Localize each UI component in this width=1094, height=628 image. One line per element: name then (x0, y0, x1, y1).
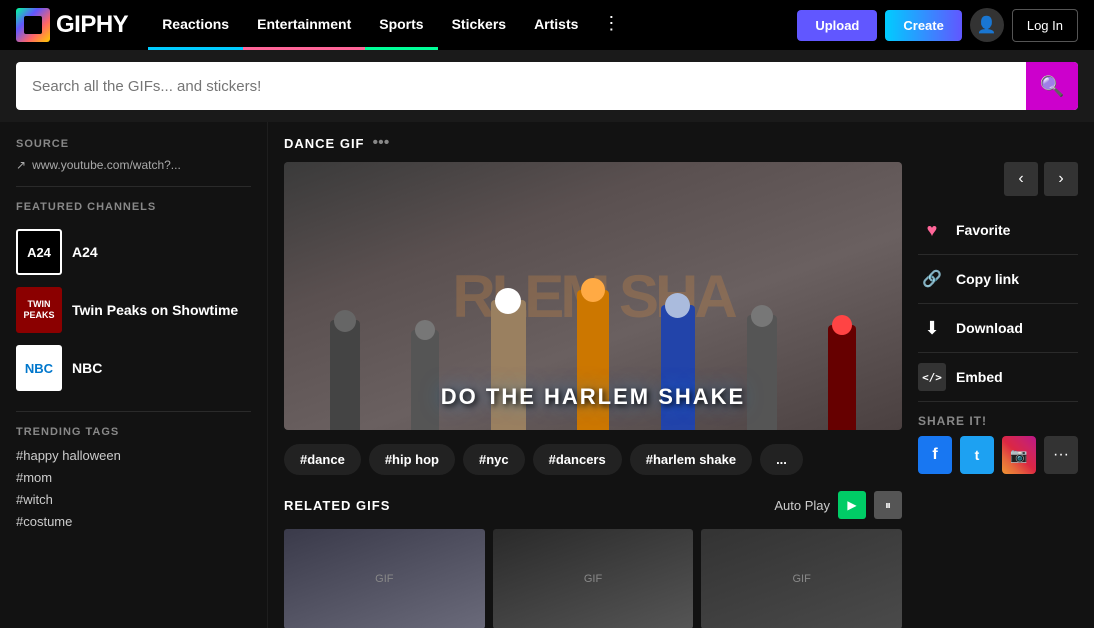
search-bar: 🔍 (0, 50, 1094, 122)
tag-costume[interactable]: #costume (16, 514, 251, 529)
share-label: SHARE IT! (918, 414, 1078, 428)
channel-a24[interactable]: A24 A24 (16, 223, 251, 281)
copy-link-action[interactable]: 🔗 Copy link (918, 255, 1078, 304)
tags-row: #dance #hip hop #nyc #dancers #harlem sh… (284, 444, 902, 475)
link-icon: 🔗 (918, 265, 946, 293)
source-label: SOURCE (16, 138, 251, 150)
trending-tags-label: TRENDING TAGS (16, 426, 251, 438)
featured-channels-section: FEATURED CHANNELS A24 A24 TWINPEAKS Twin… (16, 201, 251, 397)
main-content: DANCE GIF ••• RLEM SHA (268, 122, 1094, 628)
nav-item-stickers[interactable]: Stickers (438, 0, 520, 50)
instagram-share-button[interactable]: 📷 (1002, 436, 1036, 474)
tag-happy-halloween[interactable]: #happy halloween (16, 448, 251, 463)
tag-dancers[interactable]: #dancers (533, 444, 622, 475)
heart-icon: ♥ (918, 216, 946, 244)
featured-channels-label: FEATURED CHANNELS (16, 201, 251, 213)
sidebar-divider-1 (16, 186, 251, 187)
nav-item-artists[interactable]: Artists (520, 0, 592, 50)
related-gifs-label: RELATED GIFS (284, 498, 390, 513)
gif-options-dots[interactable]: ••• (373, 134, 390, 152)
upload-button[interactable]: Upload (797, 10, 877, 41)
tag-more[interactable]: ... (760, 444, 803, 475)
favorite-action[interactable]: ♥ Favorite (918, 206, 1078, 255)
facebook-share-button[interactable]: f (918, 436, 952, 474)
create-button[interactable]: Create (885, 10, 961, 41)
download-action[interactable]: ⬇ Download (918, 304, 1078, 353)
favorite-label: Favorite (956, 222, 1010, 238)
nav-more-button[interactable]: ⋮ (592, 0, 630, 50)
share-section: SHARE IT! f t 📷 ··· (918, 414, 1078, 474)
tag-hip-hop[interactable]: #hip hop (369, 444, 455, 475)
search-input[interactable] (16, 78, 1026, 95)
related-gif-3[interactable]: GIF (701, 529, 902, 628)
related-gifs-section: RELATED GIFS Auto Play ▶ ⏸ GIF GIF (284, 491, 902, 628)
logo[interactable]: GIPHY (16, 8, 128, 42)
gif-section-label: DANCE GIF (284, 136, 365, 151)
source-section: SOURCE ↗ www.youtube.com/watch?... (16, 138, 251, 172)
sidebar-divider-2 (16, 411, 251, 412)
logo-text: GIPHY (56, 11, 128, 39)
logo-icon (16, 8, 50, 42)
a24-name: A24 (72, 244, 98, 260)
related-gif-1[interactable]: GIF (284, 529, 485, 628)
source-url[interactable]: www.youtube.com/watch?... (32, 158, 181, 172)
a24-logo: A24 (16, 229, 62, 275)
twin-peaks-logo: TWINPEAKS (16, 287, 62, 333)
copy-link-label: Copy link (956, 271, 1019, 287)
nbc-logo: NBC (16, 345, 62, 391)
related-gif-2[interactable]: GIF (493, 529, 694, 628)
nbc-name: NBC (72, 360, 102, 376)
gif-overlay-text: DO THE HARLEM SHAKE (284, 384, 902, 410)
trending-tags-section: TRENDING TAGS #happy halloween #mom #wit… (16, 426, 251, 529)
search-button[interactable]: 🔍 (1026, 62, 1078, 110)
prev-gif-button[interactable]: ‹ (1004, 162, 1038, 196)
tag-harlem-shake[interactable]: #harlem shake (630, 444, 752, 475)
embed-label: Embed (956, 369, 1003, 385)
more-share-button[interactable]: ··· (1044, 436, 1078, 474)
play-button[interactable]: ▶ (838, 491, 866, 519)
header: GIPHY Reactions Entertainment Sports Sti… (0, 0, 1094, 50)
nav-item-entertainment[interactable]: Entertainment (243, 0, 365, 50)
channel-nbc[interactable]: NBC NBC (16, 339, 251, 397)
main-nav: Reactions Entertainment Sports Stickers … (148, 0, 630, 50)
channel-twin-peaks[interactable]: TWINPEAKS Twin Peaks on Showtime (16, 281, 251, 339)
nav-item-sports[interactable]: Sports (365, 0, 437, 50)
download-icon: ⬇ (918, 314, 946, 342)
login-button[interactable]: Log In (1012, 9, 1078, 42)
sidebar: SOURCE ↗ www.youtube.com/watch?... FEATU… (0, 122, 268, 628)
twitter-share-button[interactable]: t (960, 436, 994, 474)
twin-peaks-name: Twin Peaks on Showtime (72, 302, 238, 318)
autoplay-label: Auto Play (774, 498, 830, 513)
user-avatar[interactable]: 👤 (970, 8, 1004, 42)
embed-icon: </> (918, 363, 946, 391)
gif-image-container: RLEM SHA DO THE HARLEM SHAKE (284, 162, 902, 430)
external-link-icon: ↗ (16, 158, 26, 172)
tag-dance[interactable]: #dance (284, 444, 361, 475)
nav-item-reactions[interactable]: Reactions (148, 0, 243, 50)
next-gif-button[interactable]: › (1044, 162, 1078, 196)
gif-actions-panel: ‹ › ♥ Favorite 🔗 Copy link ⬇ Download (918, 162, 1078, 628)
embed-action[interactable]: </> Embed (918, 353, 1078, 402)
tag-nyc[interactable]: #nyc (463, 444, 525, 475)
gif-preview-area: RLEM SHA DO THE HARLEM SHAKE (284, 162, 902, 628)
tag-witch[interactable]: #witch (16, 492, 251, 507)
download-label: Download (956, 320, 1023, 336)
tag-mom[interactable]: #mom (16, 470, 251, 485)
pause-button[interactable]: ⏸ (874, 491, 902, 519)
